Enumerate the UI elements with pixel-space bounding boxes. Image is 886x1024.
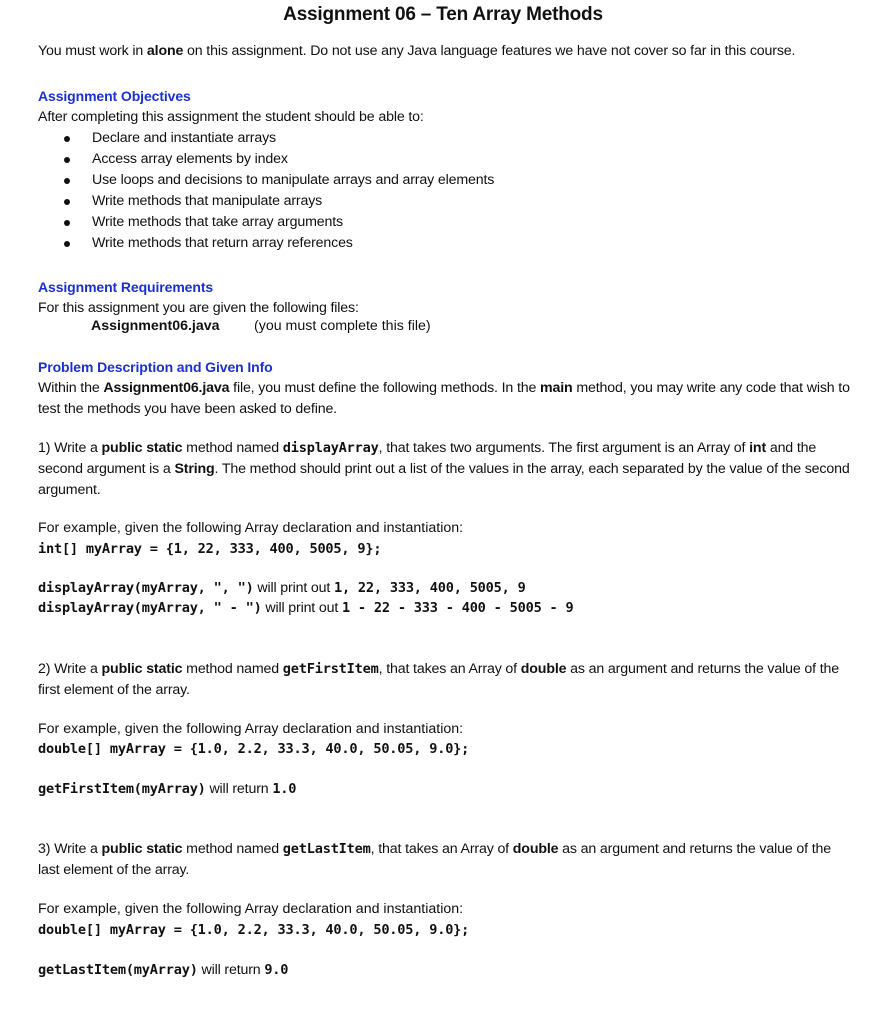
problem-text: Within the (38, 380, 104, 396)
bullet-icon (64, 220, 70, 226)
method-1-example-1: displayArray(myArray, ", ") will print o… (38, 578, 526, 599)
list-item-text: Use loops and decisions to manipulate ar… (92, 172, 495, 188)
list-item: Declare and instantiate arrays (62, 128, 494, 149)
method-text: method named (182, 661, 283, 677)
example-call: displayArray(myArray, ", ") (38, 580, 254, 596)
method-1-example-2: displayArray(myArray, " - ") will print … (38, 598, 574, 619)
method-2-example-1: getFirstItem(myArray) will return 1.0 (38, 779, 296, 800)
example-verb: will print out (261, 600, 342, 616)
given-file-row: Assignment06.java (you must complete this… (91, 318, 431, 334)
list-item-text: Access array elements by index (92, 151, 288, 167)
example-verb: will return (205, 781, 273, 797)
method-modifier: public static (101, 841, 183, 857)
method-2-example-lead: For example, given the following Array d… (38, 721, 464, 737)
method-text: , that takes two arguments. The first ar… (378, 440, 750, 456)
method-3-description: 3) Write a public static method named ge… (38, 839, 853, 881)
method-number: 1) Write a (38, 440, 102, 456)
problem-file-name: Assignment06.java (103, 380, 230, 396)
method-3-example-1: getLastItem(myArray) will return 9.0 (38, 960, 288, 981)
method-type: String (174, 461, 215, 477)
method-modifier: public static (101, 440, 183, 456)
method-1-description: 1) Write a public static method named di… (38, 438, 853, 501)
bullet-icon (64, 241, 70, 247)
method-type: int (749, 440, 767, 456)
method-text: , that takes an Array of (370, 841, 513, 857)
document-page: Assignment 06 – Ten Array Methods You mu… (0, 0, 886, 1024)
bullet-icon (64, 199, 70, 205)
method-name: getFirstItem (282, 661, 379, 677)
intro-text-end: on this assignment. Do not use any Java … (183, 43, 796, 59)
method-text: method named (182, 440, 283, 456)
given-file-name: Assignment06.java (91, 318, 220, 334)
list-item: Write methods that manipulate arrays (62, 191, 494, 212)
method-type: double (520, 661, 567, 677)
example-result: 1 - 22 - 333 - 400 - 5005 - 9 (341, 600, 574, 616)
intro-text: You must work in (38, 43, 147, 59)
objectives-heading: Assignment Objectives (38, 88, 191, 104)
example-verb: will print out (253, 580, 334, 596)
method-3-declaration: double[] myArray = {1.0, 2.2, 33.3, 40.0… (38, 922, 470, 938)
intro-paragraph: You must work in alone on this assignmen… (38, 43, 795, 59)
method-1-example-lead: For example, given the following Array d… (38, 520, 464, 536)
problem-text: file, you must define the following meth… (229, 380, 541, 396)
given-file-note: (you must complete this file) (254, 318, 431, 334)
intro-bold: alone (146, 43, 184, 59)
example-result: 9.0 (264, 962, 289, 978)
list-item-text: Write methods that manipulate arrays (92, 193, 323, 209)
problem-heading: Problem Description and Given Info (38, 359, 273, 375)
method-text: method named (182, 841, 283, 857)
method-1-declaration: int[] myArray = {1, 22, 333, 400, 5005, … (38, 541, 382, 557)
method-name: getLastItem (282, 841, 371, 857)
requirements-lead: For this assignment you are given the fo… (38, 300, 359, 316)
problem-main-keyword: main (540, 380, 573, 396)
list-item: Use loops and decisions to manipulate ar… (62, 170, 494, 191)
method-3-example-lead: For example, given the following Array d… (38, 901, 464, 917)
bullet-icon (64, 136, 70, 142)
method-2-description: 2) Write a public static method named ge… (38, 659, 853, 701)
objectives-lead: After completing this assignment the stu… (38, 109, 424, 125)
list-item-text: Write methods that take array arguments (92, 214, 343, 230)
list-item: Write methods that return array referenc… (62, 233, 494, 254)
document-title: Assignment 06 – Ten Array Methods (283, 4, 603, 25)
example-result: 1.0 (272, 781, 297, 797)
requirements-heading: Assignment Requirements (38, 279, 214, 295)
problem-paragraph: Within the Assignment06.java file, you m… (38, 378, 853, 420)
bullet-icon (64, 157, 70, 163)
list-item-text: Declare and instantiate arrays (92, 130, 276, 146)
method-type: double (512, 841, 559, 857)
example-call: displayArray(myArray, " - ") (38, 600, 262, 616)
example-call: getLastItem(myArray) (38, 962, 198, 978)
method-modifier: public static (101, 661, 183, 677)
method-number: 3) Write a (38, 841, 102, 857)
list-item: Access array elements by index (62, 149, 494, 170)
bullet-icon (64, 178, 70, 184)
list-item-text: Write methods that return array referenc… (92, 235, 353, 251)
list-item: Write methods that take array arguments (62, 212, 494, 233)
example-result: 1, 22, 333, 400, 5005, 9 (333, 580, 526, 596)
method-text: , that takes an Array of (378, 661, 521, 677)
example-call: getFirstItem(myArray) (38, 781, 206, 797)
method-number: 2) Write a (38, 661, 102, 677)
objectives-list: Declare and instantiate arrays Access ar… (62, 128, 494, 254)
method-name: displayArray (282, 440, 379, 456)
method-2-declaration: double[] myArray = {1.0, 2.2, 33.3, 40.0… (38, 741, 470, 757)
example-verb: will return (197, 962, 265, 978)
